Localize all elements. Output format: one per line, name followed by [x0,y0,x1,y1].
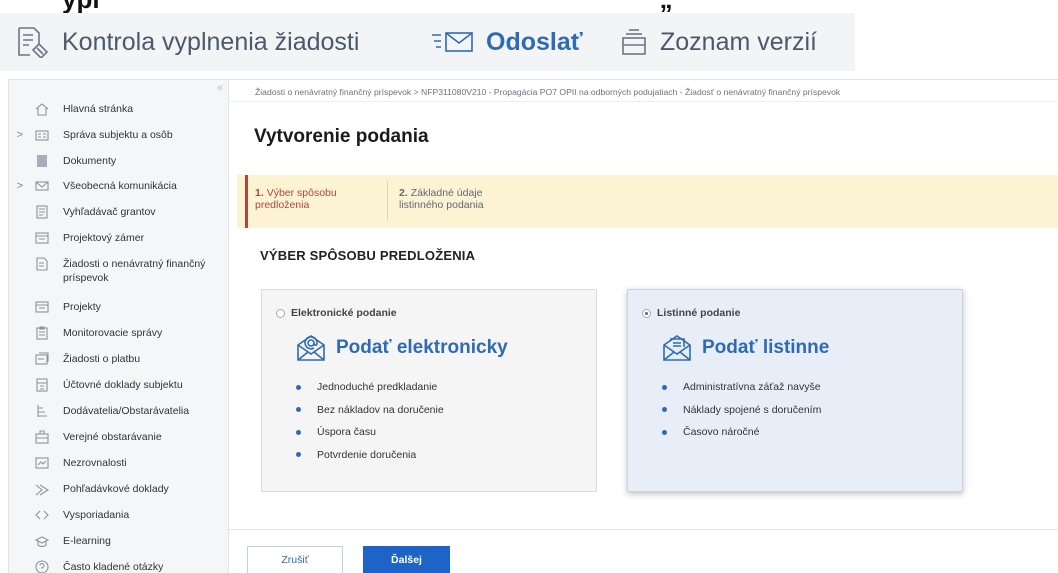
sidebar-item-label: Často kladené otázky [63,561,164,573]
sidebar-item[interactable]: Nezrovnalosti [9,456,229,470]
sidebar-item-label: Monitorovacie správy [63,327,163,339]
page-title: Vytvorenie podania [254,126,429,147]
electronic-submission-card[interactable]: Elektronické podanie Podať elektronicky … [261,289,597,492]
sidebar-item-label: Hlavná stránka [63,103,134,115]
version-list-button[interactable]: Zoznam verzií [620,22,817,62]
procurement-icon [35,430,49,444]
sidebar-item[interactable]: Vyhľadávač grantov [9,205,229,219]
list-item: Úspora času [296,421,444,444]
irregularity-icon [35,457,49,469]
search-list-icon [36,205,48,219]
step-divider [387,181,388,221]
payment-icon [35,352,49,365]
sidebar-item[interactable]: Verejné obstarávanie [9,430,229,444]
main-content: Žiadosti o nenávratný finančný príspevok… [229,80,1058,573]
home-icon [35,103,49,116]
send-mail-icon [432,32,473,52]
list-item: Náklady spojené s doručením [662,399,821,422]
next-button[interactable]: Ďalšej [363,546,450,573]
versions-icon [622,29,646,55]
electronic-radio-option[interactable]: Elektronické podanie [276,307,397,319]
sidebar-item-label: Účtovné doklady subjektu [63,379,183,391]
paper-radio-option[interactable]: Listinné podanie [642,307,740,319]
sidebar-item-label: Verejné obstarávanie [63,431,162,443]
clipboard-icon [36,326,48,340]
sidebar-item[interactable]: Žiadosti o nenávratný finančný príspevok [9,257,229,285]
sidebar-item[interactable]: Projekty [9,300,229,314]
document-icon [37,155,47,167]
settlement-icon [35,510,49,520]
sidebar-item-label: Pohľadávkové doklady [63,483,169,495]
sidebar-item[interactable]: > Všeobecná komunikácia [9,179,229,193]
electronic-radio[interactable] [276,308,285,318]
sidebar-item-label: Nezrovnalosti [63,457,127,469]
list-item: Bez nákladov na doručenie [296,399,444,422]
expand-caret: > [16,129,23,141]
application-icon [36,257,48,271]
check-application-button[interactable]: Kontrola vyplnenia žiadosti [16,22,359,62]
sidebar-item[interactable]: Vysporiadania [9,508,229,522]
folder-icon [35,232,49,244]
sidebar-item[interactable]: Dodávatelia/Obstarávatelia [9,404,229,418]
graduation-cap-icon [35,536,49,548]
step-1[interactable]: 1. Výber spôsobu predloženia [255,187,337,211]
sidebar-item[interactable]: Často kladené otázky [9,560,229,573]
sidebar-item[interactable]: Dokumenty [9,154,229,168]
top-toolbar: ypl„ Kontrola vyplnenia žiadosti Odoslať… [0,0,1058,75]
sidebar-item-label: Žiadosti o platbu [63,353,141,365]
app-frame: « Hlavná stránka > Správa subjektu a osôb D… [8,79,1058,573]
sidebar-item[interactable]: E-learning [9,534,229,548]
section-title: VÝBER SPÔSOBU PREDLOŽENIA [260,248,476,263]
electronic-heading: Podať elektronicky [296,334,508,362]
sidebar-item-label: Dodávatelia/Obstarávatelia [63,405,190,417]
sidebar-item[interactable]: Účtovné doklady subjektu [9,378,229,392]
question-icon [35,560,49,573]
cancel-button[interactable]: Zrušiť [247,546,343,573]
id-card-icon [35,130,49,141]
sidebar-item-label: Projekty [63,301,101,313]
sidebar-item-label: E-learning [63,535,111,547]
sidebar-item[interactable]: > Správa subjektu a osôb [9,128,229,142]
footer-divider [229,529,1058,530]
ledger-icon [36,378,48,392]
paper-notes-list: Administratívna záťaž navyše Náklady spo… [662,376,821,444]
active-step-indicator [245,175,248,228]
supplier-icon [37,405,47,417]
sidebar-item-label: Správa subjektu a osôb [63,129,173,141]
projects-icon [35,301,49,313]
list-item: Časovo náročné [662,421,821,444]
sidebar-item-label: Všeobecná komunikácia [63,180,177,192]
sidebar-item-label: Vyhľadávač grantov [63,206,156,218]
list-item: Jednoduché predkladanie [296,376,444,399]
sidebar: « Hlavná stránka > Správa subjektu a osôb D… [9,80,229,573]
expand-caret: > [16,180,23,192]
paper-submission-card[interactable]: Listinné podanie Podať listinne Administ… [627,289,963,492]
sidebar-item-label: Žiadosti o nenávratný finančný príspevok [63,258,206,284]
sidebar-item[interactable]: Pohľadávkové doklady [9,482,229,496]
send-button[interactable]: Odoslať [432,22,583,62]
envelope-icon [35,181,49,191]
list-item: Potvrdenie doručenia [296,444,444,467]
receivables-icon [35,484,49,496]
sidebar-collapse-toggle[interactable]: « [217,82,223,94]
form-check-icon [18,27,49,58]
sidebar-item[interactable]: Žiadosti o platbu [9,352,229,366]
sidebar-item-label: Dokumenty [63,155,117,167]
sidebar-item-label: Vysporiadania [63,509,130,521]
breadcrumb[interactable]: Žiadosti o nenávratný finančný príspevok… [255,87,840,97]
sidebar-item[interactable]: Projektový zámer [9,231,229,245]
list-item: Administratívna záťaž navyše [662,376,821,399]
sidebar-item[interactable]: Monitorovacie správy [9,326,229,340]
paper-heading: Podať listinne [662,334,829,362]
email-at-icon [297,335,325,361]
wizard-stepper: 1. Výber spôsobu predloženia 2. Základné … [237,175,1058,228]
sidebar-item-label: Projektový zámer [63,232,145,244]
sidebar-item[interactable]: Hlavná stránka [9,102,229,116]
paper-radio[interactable] [642,308,651,318]
electronic-benefits-list: Jednoduché predkladanie Bez nákladov na … [296,376,444,466]
step-2[interactable]: 2. Základné údaje listinného podania [399,187,484,211]
letter-icon [663,335,691,361]
